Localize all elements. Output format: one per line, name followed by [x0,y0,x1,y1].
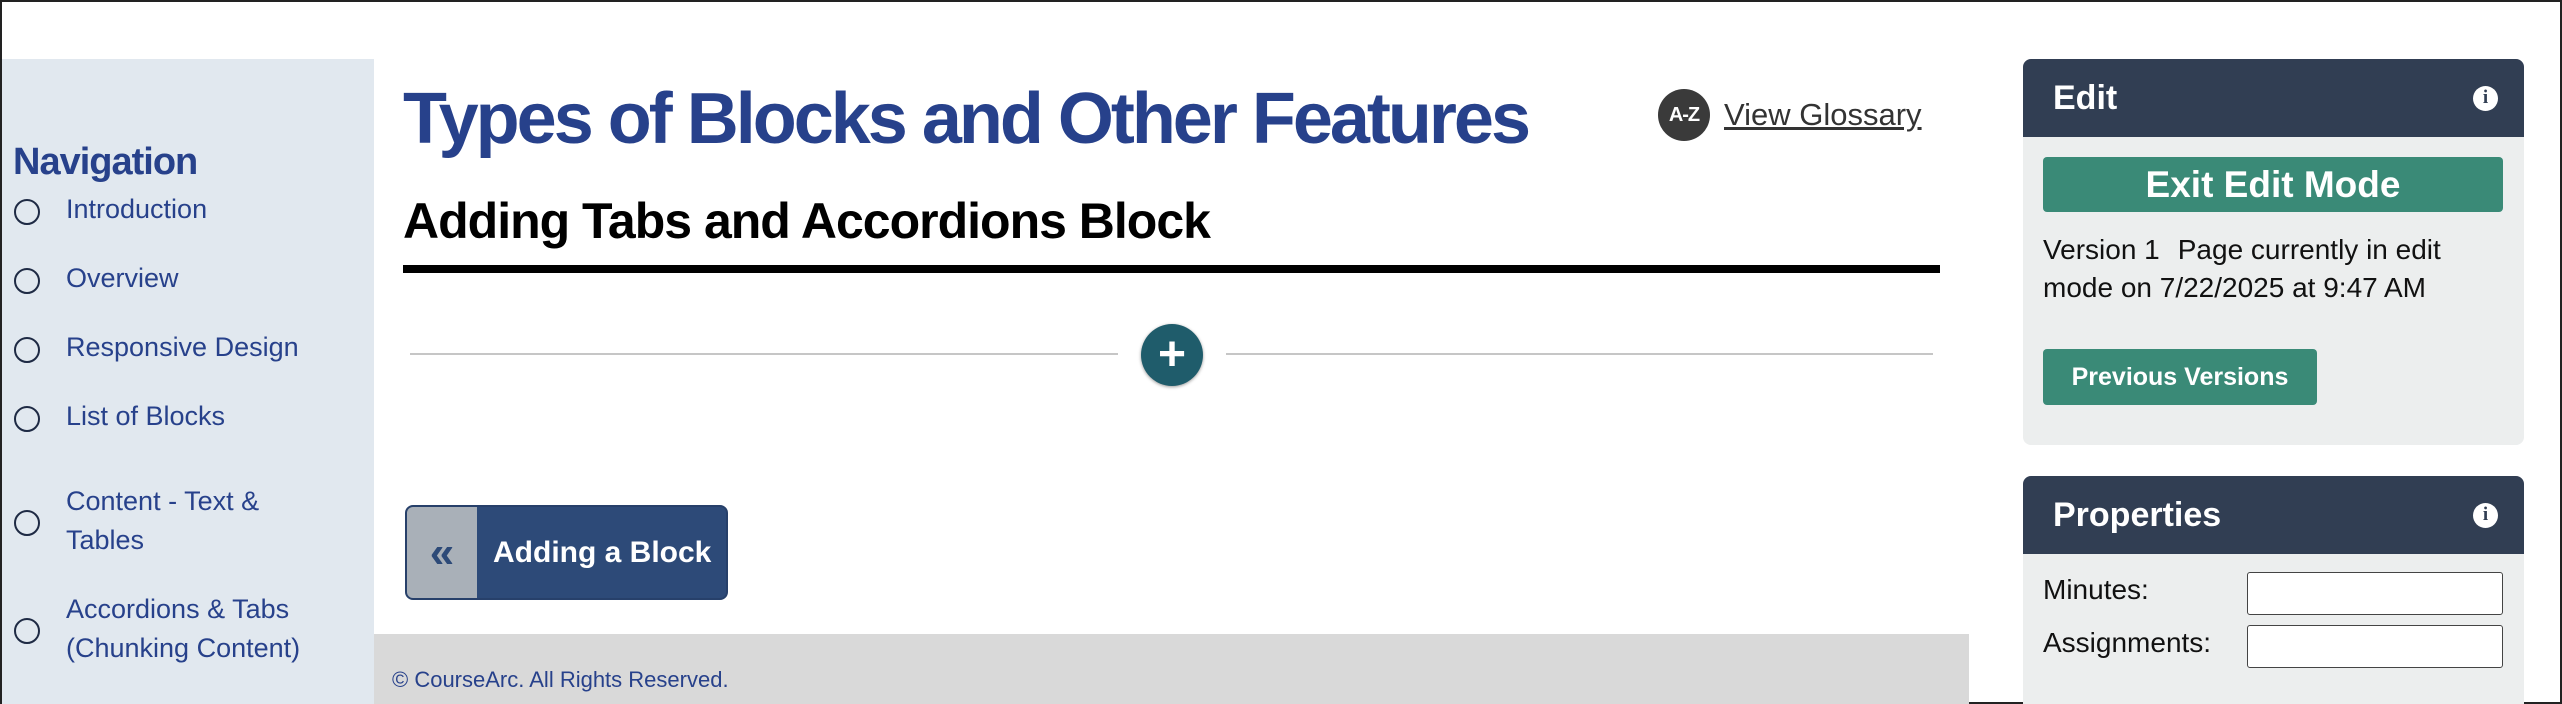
minutes-label: Minutes: [2043,574,2149,605]
navigation-title: Navigation [13,141,198,183]
properties-panel-title: Properties [2053,495,2222,534]
left-navigation: Navigation Introduction Overview Respons… [2,59,374,704]
previous-versions-button[interactable]: Previous Versions [2043,349,2317,405]
assignments-input[interactable] [2247,625,2503,668]
section-title: Adding Tabs and Accordions Block [403,193,1211,249]
radio-icon[interactable] [14,337,40,363]
add-block-line-left [410,353,1118,355]
nav-item-label[interactable]: Responsive Design [66,328,326,367]
radio-icon[interactable] [14,510,40,536]
minutes-input[interactable] [2247,572,2503,615]
previous-page-label: Adding a Block [493,535,712,569]
radio-icon[interactable] [14,268,40,294]
double-chevron-left-icon: « [407,507,477,598]
properties-panel: Properties i Minutes: Assignments: [2023,476,2524,704]
view-glossary[interactable]: A-Z View Glossary [1658,89,1922,141]
page-title: Types of Blocks and Other Features [403,79,1531,159]
radio-icon[interactable] [14,406,40,432]
add-block-button[interactable]: + [1141,324,1203,386]
footer: © CourseArc. All Rights Reserved. [374,634,1969,704]
previous-page-button[interactable]: « Adding a Block [405,505,728,600]
radio-icon[interactable] [14,618,40,644]
exit-edit-mode-button[interactable]: Exit Edit Mode [2043,157,2503,212]
section-divider [403,265,1940,273]
nav-item-label[interactable]: Introduction [66,190,326,229]
edit-panel-header: Edit i [2023,59,2524,137]
version-info: Version 1 Page currently in edit mode on … [2043,231,2503,307]
nav-item-label[interactable]: Accordions & Tabs (Chunking Content) [66,590,326,668]
edit-panel: Edit i Exit Edit Mode Version 1 Page curr… [2023,59,2524,445]
edit-panel-title: Edit [2053,78,2118,117]
version-number: Version 1 [2043,234,2160,265]
minutes-row: Minutes: [2043,572,2503,616]
properties-panel-header: Properties i [2023,476,2524,554]
info-icon[interactable]: i [2473,502,2498,528]
glossary-az-icon[interactable]: A-Z [1658,89,1710,141]
radio-icon[interactable] [14,199,40,225]
nav-item-label[interactable]: Content - Text & Tables [66,482,326,560]
view-glossary-link[interactable]: View Glossary [1724,97,1922,133]
nav-item-label[interactable]: List of Blocks [66,397,326,436]
assignments-label: Assignments: [2043,627,2212,658]
copyright-text: © CourseArc. All Rights Reserved. [392,667,729,692]
add-block-line-right [1226,353,1933,355]
assignments-row: Assignments: [2043,625,2503,669]
info-icon[interactable]: i [2473,85,2498,111]
nav-item-label[interactable]: Overview [66,259,326,298]
